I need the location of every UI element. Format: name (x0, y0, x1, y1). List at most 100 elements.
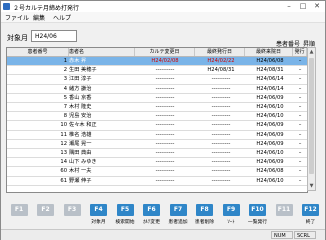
cell-patient-no: 4 (63, 85, 67, 92)
table-row[interactable]: 2 生田 美穂子 ---------- H24/08/31 H24/08/31 – (7, 66, 307, 76)
cell-patient-name: 香山 京香 (69, 94, 92, 101)
table-row[interactable]: 5 香山 京香 ---------- ---------- H24/06/09 – (7, 94, 307, 103)
header-issue[interactable]: 発行 (293, 48, 307, 56)
cell-chart-changed: ---------- (155, 85, 175, 92)
scroll-down-icon[interactable]: ▼ (308, 182, 315, 190)
fkey-f7-button[interactable]: F7 (169, 204, 187, 216)
table-row[interactable]: 60 木村 一夫 ---------- ---------- H24/06/08 – (7, 167, 307, 177)
fkey-f4[interactable]: F4 対象月 (85, 204, 113, 225)
cell-patient-name: 野瀬 伸子 (69, 177, 92, 184)
fkey-f9-button[interactable]: F9 (222, 204, 240, 216)
cell-issue: – (298, 168, 302, 175)
table-row[interactable]: 61 野瀬 伸子 ---------- ---------- H24/06/10 – (7, 177, 307, 186)
fkey-f12[interactable]: F12 終了 (297, 204, 325, 225)
cell-last-issued: ---------- (211, 122, 231, 129)
cell-issue: – (298, 67, 302, 74)
cell-last-visit: H24/06/09 (256, 131, 284, 138)
status-num: NUM (271, 231, 293, 239)
table-row[interactable]: 8 児島 安治 ---------- ---------- H24/06/10 – (7, 112, 307, 122)
cell-issue: – (298, 76, 302, 83)
cell-patient-name: 江田 淳子 (69, 76, 92, 83)
fkey-f8-button[interactable]: F8 (196, 204, 213, 216)
fkey-f1-button[interactable]: F1 (10, 204, 28, 216)
table-row[interactable]: 4 緒方 謙治 ---------- ---------- H24/06/14 – (7, 85, 307, 94)
fkey-f7[interactable]: F7 患者追加 (164, 204, 192, 225)
fkey-f6-label: ｶﾙﾃ変更 (143, 220, 160, 225)
fkey-f12-label: 終了 (305, 220, 316, 225)
cell-issue: – (298, 85, 302, 92)
fkey-f4-label: 対象月 (91, 220, 106, 225)
cell-patient-name: 木村 隆史 (69, 104, 92, 110)
table-row[interactable]: 1 赤木 昇 H24/02/08 H24/02/22 H24/06/08 – (7, 57, 307, 67)
cell-last-issued: ---------- (211, 168, 231, 175)
cell-patient-no: 14 (60, 159, 67, 166)
table-row[interactable]: 13 隅田 典由 ---------- ---------- H24/06/10 – (7, 149, 307, 159)
header-last-visit[interactable]: 最終来院日 (245, 48, 293, 56)
cell-patient-no: 3 (63, 76, 67, 83)
cell-last-visit: H24/06/10 (256, 113, 284, 120)
target-month-label: 対象月 (7, 34, 28, 42)
target-month-input[interactable]: H24/06 (31, 30, 77, 42)
fkey-f6[interactable]: F6 ｶﾙﾃ変更 (138, 204, 166, 225)
cell-chart-changed: ---------- (155, 113, 175, 120)
minimize-icon[interactable]: – (283, 1, 295, 11)
table-row[interactable]: 3 江田 淳子 ---------- ---------- H24/06/14 – (7, 75, 307, 85)
fkey-f6-button[interactable]: F6 (143, 204, 160, 216)
fkey-f9-label: ｿｰﾄ (227, 220, 235, 225)
header-chart-changed[interactable]: カルテ変更日 (135, 48, 195, 56)
fkey-f11-button[interactable]: F11 (275, 204, 293, 216)
cell-issue: – (298, 104, 302, 110)
scroll-up-icon[interactable]: ▲ (308, 48, 315, 56)
menu-edit[interactable]: 編集 (33, 13, 45, 22)
cell-chart-changed: ---------- (155, 140, 175, 147)
fkey-f5-label: 検索開始 (115, 220, 135, 225)
cell-chart-changed: ---------- (155, 159, 175, 166)
fkey-f10[interactable]: F10 一覧発行 (244, 204, 272, 225)
cell-patient-no: 61 (60, 177, 67, 184)
cell-last-issued: ---------- (211, 76, 231, 83)
fkey-f10-label: 一覧発行 (247, 220, 268, 225)
fkey-f11[interactable]: F11 (270, 204, 298, 218)
table-header: 患者番号 患者名 カルテ変更日 最終発行日 最終来院日 発行 (7, 48, 307, 57)
cell-chart-changed: ---------- (155, 131, 175, 138)
fkey-f5[interactable]: F5 検索開始 (111, 204, 139, 225)
fkey-f9[interactable]: F9 ｿｰﾄ (217, 204, 245, 225)
fkey-f12-button[interactable]: F12 (302, 204, 319, 216)
table-row[interactable]: 7 木村 隆史 ---------- ---------- H24/06/10 – (7, 103, 307, 113)
header-patient-name[interactable]: 患者名 (69, 48, 135, 56)
table-row[interactable]: 10 佐々木 和正 ---------- ---------- H24/06/09 – (7, 121, 307, 131)
fkey-f8[interactable]: F8 患者削除 (191, 204, 219, 225)
fkey-f4-button[interactable]: F4 (90, 204, 107, 216)
status-scrl: SCRL (294, 231, 316, 239)
fkey-f1[interactable]: F1 (5, 204, 33, 218)
table-row[interactable]: 12 瀬尾 晃一 ---------- ---------- H24/06/09 – (7, 140, 307, 149)
header-last-issued[interactable]: 最終発行日 (195, 48, 245, 56)
app-window: ２号カルテ月締め打発行 – □ ✕ ファイル 編集 ヘルプ 対象月 H24/06… (0, 0, 326, 240)
status-bar: NUM SCRL (1, 229, 325, 240)
header-patient-no[interactable]: 患者番号 (7, 48, 69, 56)
fkey-f10-button[interactable]: F10 (249, 204, 266, 216)
cell-patient-no: 10 (60, 122, 67, 129)
table-row[interactable]: 14 山下 みゆき ---------- ---------- H24/06/09 – (7, 158, 307, 168)
menu-file[interactable]: ファイル (5, 13, 29, 22)
fkey-f3-button[interactable]: F3 (63, 204, 81, 216)
fkey-f3[interactable]: F3 (58, 204, 86, 218)
fkey-f5-button[interactable]: F5 (116, 204, 134, 216)
cell-last-issued: ---------- (211, 94, 231, 101)
app-icon (3, 3, 10, 10)
cell-patient-name: 隅田 典由 (69, 150, 92, 156)
menu-help[interactable]: ヘルプ (53, 13, 71, 22)
close-icon[interactable]: ✕ (311, 1, 323, 11)
scroll-thumb[interactable] (309, 58, 314, 174)
cell-patient-name: 山下 みゆき (69, 159, 97, 166)
table-row[interactable]: 11 椎名 浩雄 ---------- ---------- H24/06/09 – (7, 131, 307, 140)
window-title: ２号カルテ月締め打発行 (13, 5, 80, 12)
fkey-f7-label: 患者追加 (168, 220, 188, 225)
maximize-icon[interactable]: □ (297, 1, 309, 11)
vertical-scrollbar[interactable]: ▲ ▼ (307, 47, 316, 191)
fkey-f2[interactable]: F2 (32, 204, 60, 218)
fkey-f2-button[interactable]: F2 (37, 204, 54, 216)
cell-chart-changed: ---------- (155, 104, 175, 110)
cell-issue: – (298, 150, 302, 156)
cell-last-issued: ---------- (211, 150, 231, 156)
